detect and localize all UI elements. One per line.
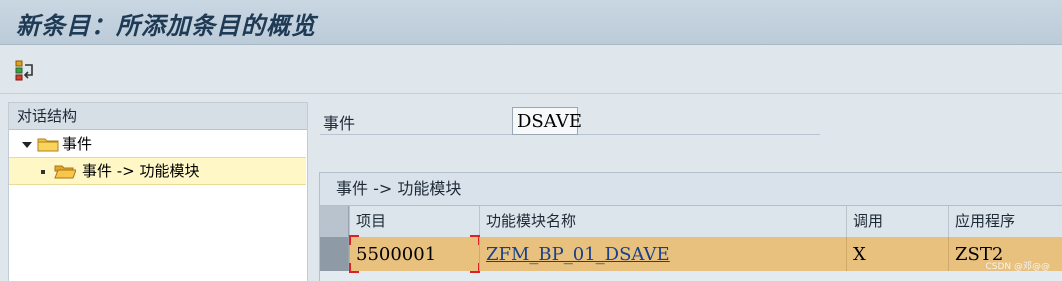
tree-node-label: 事件 -> 功能模块 xyxy=(82,162,200,180)
column-header-function-module-name[interactable]: 功能模块名称 xyxy=(479,206,846,237)
leaf-bullet-icon xyxy=(41,170,45,174)
row-selector[interactable] xyxy=(320,237,349,271)
event-field-value[interactable]: DSAVE xyxy=(512,107,582,135)
table-row[interactable]: 5500001 ZFM_BP_01_DSAVE X ZST2 xyxy=(320,235,1062,273)
cell-call[interactable]: X xyxy=(846,237,948,271)
column-header-call[interactable]: 调用 xyxy=(846,206,948,237)
cell-function-module-name[interactable]: ZFM_BP_01_DSAVE xyxy=(479,237,846,271)
tree-node-event-function-module[interactable]: 事件 -> 功能模块 xyxy=(9,157,306,185)
focus-corner xyxy=(349,235,359,245)
folder-icon xyxy=(37,138,59,152)
folder-open-icon xyxy=(54,165,76,179)
cell-item[interactable]: 5500001 xyxy=(349,235,480,273)
tree-node-event[interactable]: 事件 xyxy=(9,131,307,157)
cell-item-value: 5500001 xyxy=(356,244,437,265)
column-header-item[interactable]: 项目 xyxy=(349,206,479,237)
select-all-button[interactable] xyxy=(320,206,349,237)
function-module-table: 事件 -> 功能模块 项目 功能模块名称 调用 应用程序 5500001 ZFM… xyxy=(319,172,1062,281)
toolbar xyxy=(0,45,1062,94)
detail-panel: 事件 DSAVE 事件 -> 功能模块 项目 功能模块名称 调用 应用程序 55… xyxy=(318,93,1062,281)
hierarchy-toggle-icon[interactable] xyxy=(14,59,36,81)
watermark-text: CSDN @邓@@ xyxy=(985,262,1050,272)
table-header-row: 项目 功能模块名称 调用 应用程序 xyxy=(320,206,1062,238)
column-header-application[interactable]: 应用程序 xyxy=(948,206,1062,237)
expand-triangle-icon[interactable] xyxy=(22,142,32,148)
event-field-label: 事件 xyxy=(323,114,356,133)
function-module-link[interactable]: ZFM_BP_01_DSAVE xyxy=(486,244,670,265)
dialog-structure-header: 对话结构 xyxy=(9,103,307,130)
title-bar: 新条目：所添加条目的概览 xyxy=(0,0,1062,45)
window-title: 新条目：所添加条目的概览 xyxy=(16,11,316,40)
tree-node-label: 事件 xyxy=(62,135,93,153)
table-title: 事件 -> 功能模块 xyxy=(320,173,1062,206)
focus-corner xyxy=(349,263,359,273)
dialog-structure-panel: 对话结构 事件 事件 -> 功能模块 xyxy=(8,102,308,281)
